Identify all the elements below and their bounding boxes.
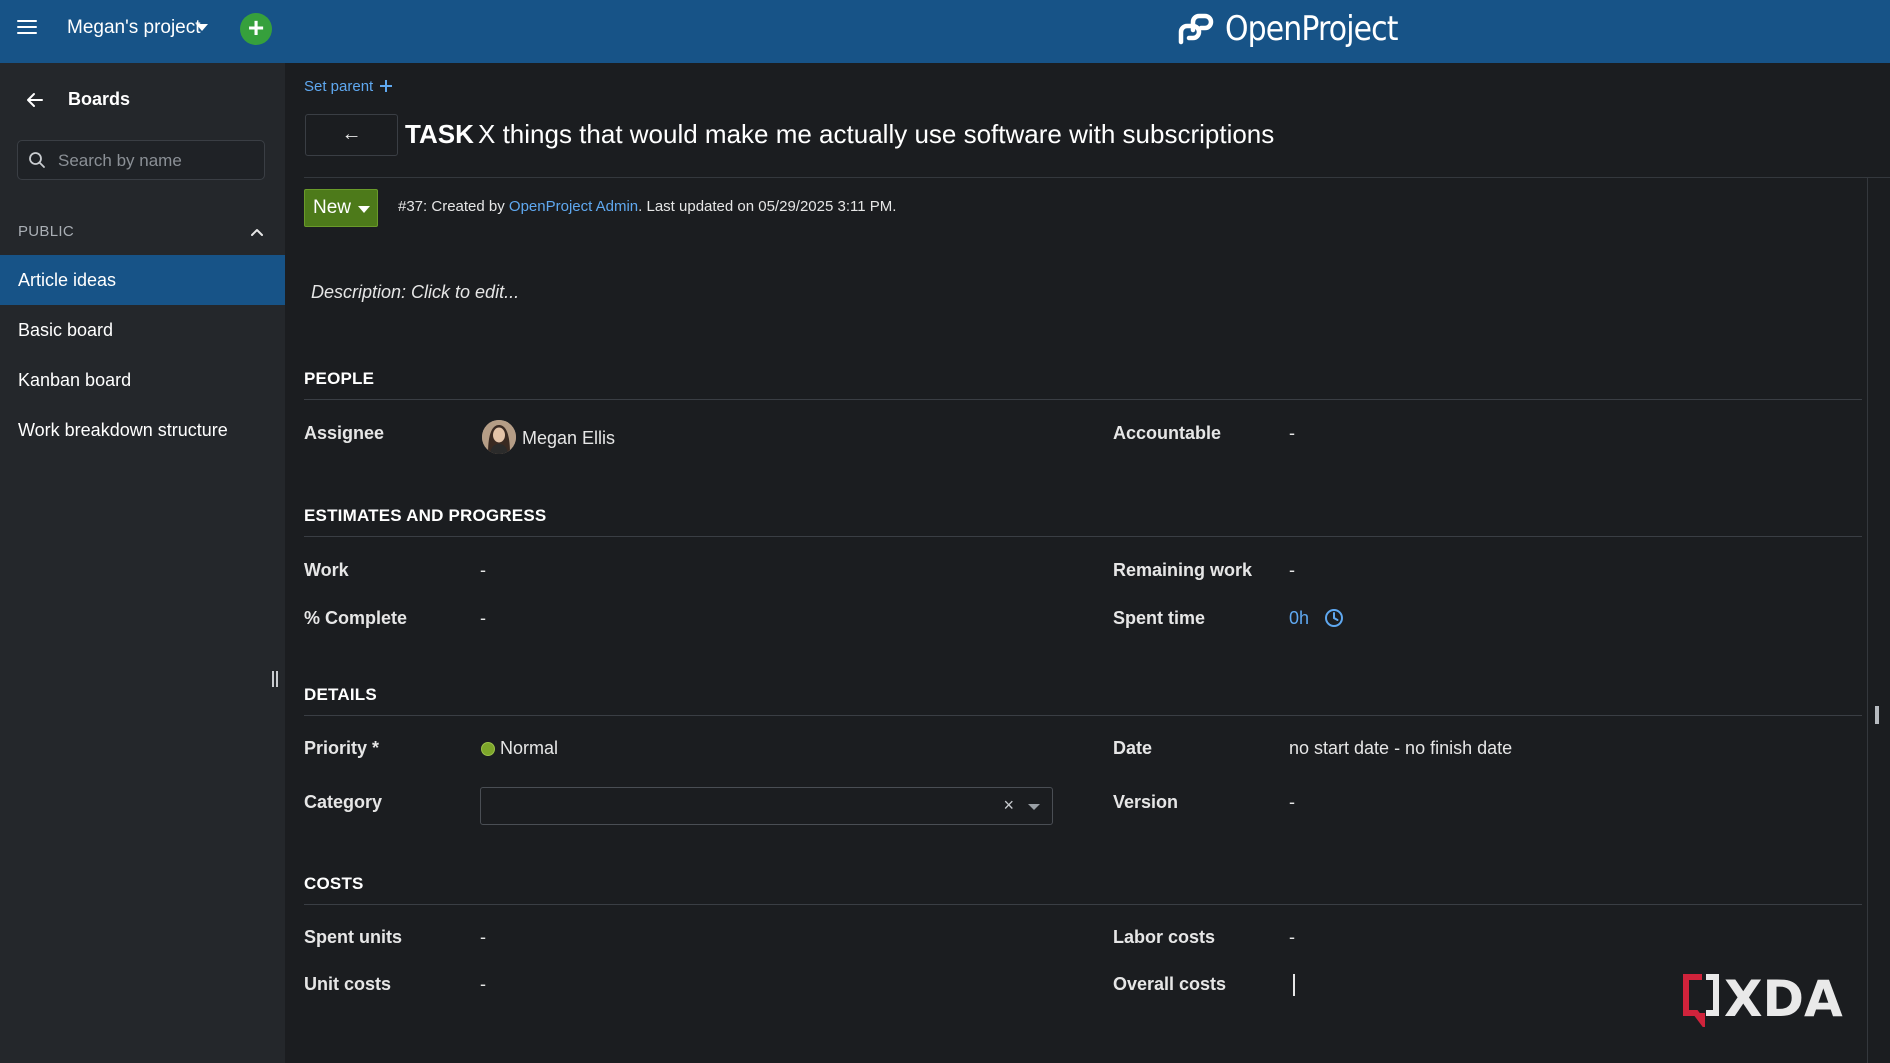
version-label: Version bbox=[1113, 792, 1179, 812]
work-value[interactable]: - bbox=[480, 560, 486, 581]
spent-units-label: Spent units bbox=[304, 927, 402, 947]
sidebar-item-work-breakdown-structure[interactable]: Work breakdown structure bbox=[0, 405, 285, 455]
work-label: Work bbox=[304, 560, 349, 580]
divider bbox=[304, 177, 1890, 178]
spent-time-value[interactable]: 0h bbox=[1289, 608, 1309, 629]
work-package-meta: #37: Created by OpenProject Admin. Last … bbox=[398, 198, 896, 215]
labor-costs-label: Labor costs bbox=[1113, 927, 1216, 947]
spent-time-label: Spent time bbox=[1113, 608, 1206, 628]
assignee-label: Assignee bbox=[304, 423, 385, 443]
sidebar-title: Boards bbox=[68, 89, 131, 109]
chevron-down-icon bbox=[358, 206, 370, 213]
openproject-logo[interactable]: OpenProject bbox=[1175, 4, 1421, 54]
section-header-public[interactable]: PUBLIC bbox=[18, 223, 268, 243]
status-button[interactable]: New bbox=[304, 189, 378, 227]
labor-costs-value[interactable]: - bbox=[1289, 927, 1295, 948]
category-select[interactable]: × bbox=[480, 787, 1053, 825]
xda-logo-icon bbox=[1683, 974, 1719, 1027]
divider bbox=[304, 715, 1862, 716]
create-new-button[interactable]: + bbox=[240, 13, 272, 45]
group-title-costs: COSTS bbox=[304, 874, 364, 893]
divider bbox=[304, 399, 1862, 400]
assignee-value[interactable]: Megan Ellis bbox=[522, 428, 615, 449]
spent-units-value[interactable]: - bbox=[480, 927, 486, 948]
user-avatar-icon bbox=[482, 420, 516, 454]
group-title-details: DETAILS bbox=[304, 685, 377, 704]
set-parent-link[interactable]: Set parent bbox=[304, 78, 393, 95]
clear-icon[interactable]: × bbox=[1003, 795, 1014, 816]
group-title-people: PEOPLE bbox=[304, 369, 375, 388]
description-field[interactable]: Description: Click to edit... bbox=[311, 282, 519, 303]
scrollbar[interactable] bbox=[1875, 706, 1879, 724]
text-cursor bbox=[1293, 974, 1295, 996]
logo-text: OpenProject bbox=[1225, 9, 1398, 49]
work-package-type[interactable]: TASK bbox=[405, 119, 474, 150]
search-icon bbox=[29, 152, 45, 168]
watermark-text: XDA bbox=[1724, 970, 1843, 1028]
percent-complete-label: % Complete bbox=[304, 608, 408, 628]
plus-icon bbox=[380, 80, 393, 92]
avatar bbox=[482, 420, 516, 454]
date-value[interactable]: no start date - no finish date bbox=[1289, 738, 1512, 759]
remaining-work-label: Remaining work bbox=[1113, 560, 1253, 580]
arrow-left-icon[interactable] bbox=[18, 90, 52, 110]
clock-icon[interactable] bbox=[1324, 608, 1344, 628]
sidebar-item-basic-board[interactable]: Basic board bbox=[0, 305, 285, 355]
sidebar: Boards PUBLIC Article ideas Basic board … bbox=[0, 63, 285, 1063]
openproject-logo-icon bbox=[1178, 13, 1214, 45]
xda-watermark: XDA bbox=[1680, 970, 1843, 1028]
project-selector[interactable]: Megan's project bbox=[67, 17, 201, 39]
divider bbox=[1867, 177, 1868, 1063]
meta-suffix: . Last updated on 05/29/2025 3:11 PM. bbox=[638, 198, 897, 215]
sidebar-item-article-ideas[interactable]: Article ideas bbox=[0, 255, 285, 305]
chevron-up-icon[interactable] bbox=[250, 225, 264, 239]
priority-label: Priority * bbox=[304, 738, 380, 758]
priority-value[interactable]: Normal bbox=[500, 738, 558, 759]
accountable-label: Accountable bbox=[1113, 423, 1222, 443]
group-title-estimates: ESTIMATES AND PROGRESS bbox=[304, 506, 547, 525]
status-label: New bbox=[313, 197, 352, 218]
sidebar-back[interactable]: Boards bbox=[18, 89, 130, 110]
meta-prefix: #37: Created by bbox=[398, 198, 509, 215]
chevron-down-icon[interactable] bbox=[196, 24, 208, 31]
priority-status-dot bbox=[481, 742, 495, 756]
top-header: Megan's project + OpenProject bbox=[0, 0, 1890, 63]
unit-costs-value[interactable]: - bbox=[480, 974, 486, 995]
set-parent-label: Set parent bbox=[304, 78, 374, 95]
remaining-work-value[interactable]: - bbox=[1289, 560, 1295, 581]
sidebar-item-kanban-board[interactable]: Kanban board bbox=[0, 355, 285, 405]
version-value[interactable]: - bbox=[1289, 792, 1295, 813]
search-box[interactable] bbox=[17, 140, 265, 180]
unit-costs-label: Unit costs bbox=[304, 974, 392, 994]
sidebar-resize-handle[interactable] bbox=[272, 671, 278, 687]
divider bbox=[304, 904, 1862, 905]
divider bbox=[304, 536, 1862, 537]
back-button[interactable]: ← bbox=[305, 114, 398, 156]
search-input[interactable] bbox=[58, 149, 258, 173]
category-label: Category bbox=[304, 792, 383, 812]
date-label: Date bbox=[1113, 738, 1153, 758]
overall-costs-label: Overall costs bbox=[1113, 974, 1227, 994]
section-label: PUBLIC bbox=[18, 223, 74, 240]
percent-complete-value[interactable]: - bbox=[480, 608, 486, 629]
accountable-value[interactable]: - bbox=[1289, 423, 1295, 444]
chevron-down-icon[interactable] bbox=[1028, 804, 1040, 810]
author-link[interactable]: OpenProject Admin bbox=[509, 198, 638, 215]
hamburger-menu-icon[interactable] bbox=[17, 20, 37, 36]
work-package-subject[interactable]: X things that would make me actually use… bbox=[478, 119, 1274, 150]
